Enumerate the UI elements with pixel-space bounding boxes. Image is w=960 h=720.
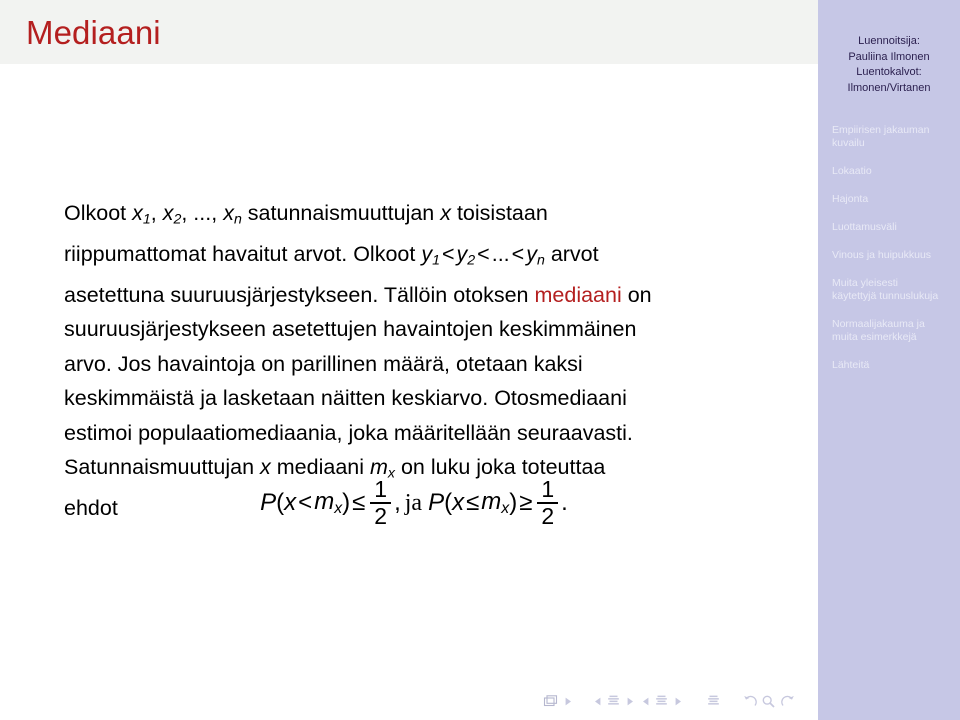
forward-icon[interactable] [778,690,797,712]
variable-yn: yn [526,241,545,269]
sidebar-item-hajonta[interactable]: Hajonta [832,193,954,206]
sidebar-item-label-2: kuvailu [832,137,865,149]
paren-close: ) [342,489,351,517]
period: . [561,489,568,517]
fraction-denominator: 2 [541,503,555,530]
body-line-1: Olkoot x1, x2, ..., xn satunnaismuuttuja… [64,196,764,237]
relation-le: ≤ [352,489,366,517]
lecturer-label: Luennoitsija: [858,35,920,47]
text-fragment: satunnaismuuttujan [241,201,441,225]
relation-le: ≤ [466,489,480,517]
ellipsis: ... [491,241,510,266]
variable-xn: xn [223,201,242,228]
variable-mx: mx [314,488,343,518]
text-fragment: , ..., [181,201,224,225]
lecturer-name: Pauliina Ilmonen [848,50,930,63]
sidebar-item-luottamusvali[interactable]: Luottamusväli [832,221,954,234]
back-icon[interactable] [740,690,759,712]
variable-y2: y2 [456,241,476,269]
variable-y1: y1 [421,241,440,269]
sidebar-item-label: Empiirisen jakauman [832,124,930,136]
page-title: Mediaani [26,14,161,51]
sidebar-item-muita-yleisesti-kaytettyja-tunnuslukuja[interactable]: Muita yleisesti käytettyjä tunnuslukuja [832,277,954,303]
highlighted-term-mediaani: mediaani [534,282,622,307]
sidebar-item-label-2: muita esimerkkejä [832,331,917,343]
text-fragment: Satunnaismuuttujan [64,454,261,479]
comma: , [394,489,401,517]
variable-mx: mx [481,488,510,518]
prev-section-icon[interactable] [638,690,652,712]
sidebar-item-label-2: käytettyjä tunnuslukuja [832,290,939,302]
text-fragment: toisistaan [450,201,548,225]
sidebar-navigation: Empiirisen jakauman kuvailu Lokaatio Haj… [818,124,960,387]
relation-lt: < [441,241,455,266]
slides-label: Luentokalvot: [856,66,922,78]
sidebar-item-label: Lokaatio [832,165,872,177]
text-fragment: on luku joka toteuttaa [395,454,606,479]
relation-lt: < [511,241,525,266]
variable-x: x [284,489,297,517]
slides-authors: Ilmonen/Virtanen [847,81,931,94]
next-frame-icon[interactable] [560,690,576,712]
sidebar-item-label: Luottamusväli [832,221,897,233]
text-fragment: arvot [544,241,599,266]
body-line-4: suuruusjärjestykseen asetettujen havaint… [64,317,637,342]
sidebar-item-label: Normaalijakauma ja [832,318,925,330]
body-line-2: riippumattomat havaitut arvot. Olkoot y1… [64,237,764,278]
text-fragment: riippumattomat havaitut arvot. Olkoot [64,241,422,266]
sidebar-item-vinous-ja-huipukkuus[interactable]: Vinous ja huipukkuus [832,249,954,262]
sidebar-item-lokaatio[interactable]: Lokaatio [832,165,954,178]
frames-icon[interactable] [540,690,560,712]
fraction-numerator: 1 [541,476,555,502]
sidebar-header: Luennoitsija: Pauliina Ilmonen Luentokal… [818,0,960,110]
fraction-one-half: 12 [370,476,392,530]
subsection-icon[interactable] [604,690,622,712]
body-line-6: keskimmäistä ja lasketaan näitten keskia… [64,386,627,411]
relation-ge: ≥ [519,489,533,517]
text-fragment: , [150,201,163,225]
sidebar-item-label: Hajonta [832,193,869,205]
text-fragment: on [621,282,652,307]
conjunction-ja: ja [404,489,423,516]
paren-open: ( [276,489,285,517]
text-fragment: Olkoot [64,201,133,225]
sidebar-item-label: Lähteitä [832,359,870,371]
variable-x: x [440,201,451,225]
paren-close: ) [509,489,518,517]
body-line-3: asetettuna suuruusjärjestykseen. Tällöin… [64,278,764,312]
body-line-7: estimoi populaatiomediaania, joka määrit… [64,420,633,445]
beamer-navigation-bar [540,689,818,713]
probability-symbol: P [260,489,277,517]
variable-x: x [260,454,271,479]
fraction-denominator: 2 [374,503,388,530]
presentation-icon[interactable] [700,690,726,712]
variable-x1: x1 [132,201,151,228]
sidebar-item-label: Muita yleisesti [832,277,898,289]
sidebar-item-normaalijakauma-ja-muita-esimerkkeja[interactable]: Normaalijakauma ja muita esimerkkejä [832,318,954,344]
next-section-icon[interactable] [670,690,686,712]
find-icon[interactable] [759,690,778,712]
slide-body: Olkoot x1, x2, ..., xn satunnaismuuttuja… [64,196,764,525]
next-subsection-icon[interactable] [622,690,638,712]
text-fragment: mediaani [270,454,370,479]
text-fragment: asetettuna suuruusjärjestykseen. Tällöin… [64,282,535,307]
paren-open: ( [444,489,453,517]
sidebar-item-lahteita[interactable]: Lähteitä [832,359,954,372]
displayed-formula: P(x < mx) ≤1 2, ja P(x ≤ mx) ≥1 2. [64,476,764,530]
formula-row: P(x < mx) ≤1 2, ja P(x ≤ mx) ≥1 2. [260,476,568,530]
section-icon[interactable] [652,690,670,712]
probability-symbol: P [428,489,445,517]
variable-x: x [452,489,465,517]
sidebar: Luennoitsija: Pauliina Ilmonen Luentokal… [818,0,960,720]
sidebar-item-label: Vinous ja huipukkuus [832,249,932,261]
variable-x2: x2 [162,201,182,228]
relation-lt: < [477,241,490,266]
prev-subsection-icon[interactable] [590,690,604,712]
fraction-one-half: 12 [537,476,559,530]
presentation-slide: Mediaani Luennoitsija: Pauliina Ilmonen … [0,0,960,720]
relation-lt: < [298,489,313,517]
fraction-numerator: 1 [374,476,388,502]
sidebar-item-empiirisen-jakauman-kuvailu[interactable]: Empiirisen jakauman kuvailu [832,124,954,150]
body-line-5: arvo. Jos havaintoja on parillinen määrä… [64,351,583,376]
